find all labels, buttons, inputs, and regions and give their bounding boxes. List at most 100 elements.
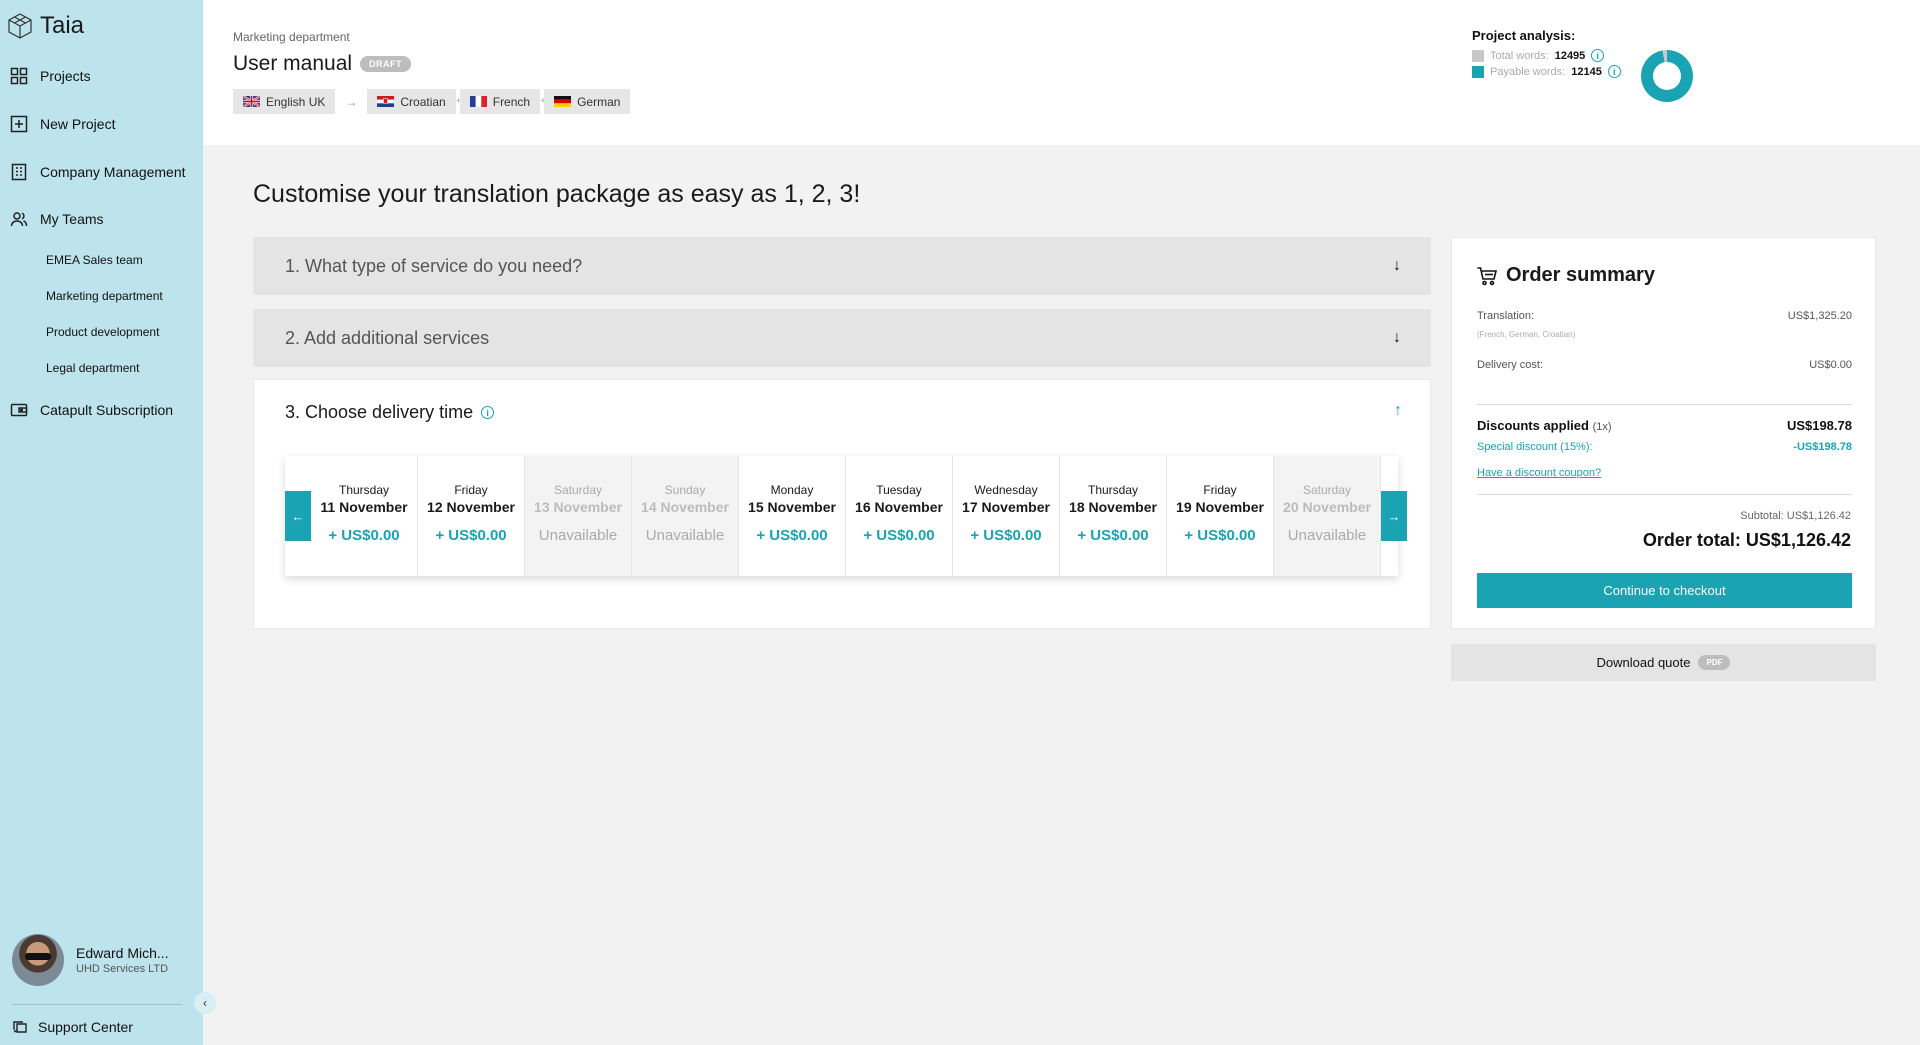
discount-coupon-link[interactable]: Have a discount coupon? xyxy=(1477,467,1601,479)
payable-words-stat: Payable words: 12145 i xyxy=(1472,65,1621,78)
delivery-date-option[interactable]: Monday 15 November + US$0.00 xyxy=(739,456,846,576)
analysis-title: Project analysis: xyxy=(1472,28,1576,43)
support-icon xyxy=(13,1021,27,1033)
day-of-week: Thursday xyxy=(1087,483,1139,497)
sidebar-item-catapult-subscription[interactable]: Catapult Subscription xyxy=(10,401,173,419)
date-price: Unavailable xyxy=(538,527,618,544)
delivery-date-option[interactable]: Friday 19 November + US$0.00 xyxy=(1167,456,1274,576)
page-heading: Customise your translation package as ea… xyxy=(253,180,861,208)
summary-divider xyxy=(1477,404,1852,405)
discounts-row: Discounts applied (1x) US$198.78 xyxy=(1477,418,1852,433)
arrow-right-icon: → xyxy=(345,94,358,109)
accordion-title: 2. Add additional services xyxy=(285,327,490,348)
summary-title-text: Order summary xyxy=(1506,264,1655,286)
language-label: English UK xyxy=(266,94,326,109)
team-item-product[interactable]: Product development xyxy=(46,325,159,339)
building-icon xyxy=(11,163,27,181)
breadcrumb[interactable]: Marketing department xyxy=(233,30,350,44)
app-logo[interactable]: Taia xyxy=(6,12,84,40)
day-of-week: Thursday xyxy=(338,483,390,497)
info-icon[interactable]: i xyxy=(1607,65,1621,78)
user-profile[interactable]: Edward Mich... UHD Services LTD xyxy=(12,934,169,986)
team-item-marketing[interactable]: Marketing department xyxy=(46,289,163,303)
payable-words-value: 12145 xyxy=(1571,65,1602,78)
team-item-legal[interactable]: Legal department xyxy=(46,361,139,375)
day-of-week: Saturday xyxy=(1302,483,1352,497)
discounts-value: US$198.78 xyxy=(1786,418,1852,433)
date-price: + US$0.00 xyxy=(863,527,935,544)
accordion-additional-services[interactable]: 2. Add additional services ↓ xyxy=(253,309,1431,367)
order-total: Order total: US$1,126.42 xyxy=(1642,530,1851,550)
date-price: + US$0.00 xyxy=(435,527,507,544)
date-label: 12 November xyxy=(427,499,515,515)
page-title: User manual DRAFT xyxy=(233,52,412,76)
team-item-emea[interactable]: EMEA Sales team xyxy=(46,253,143,267)
continue-to-checkout-button[interactable]: Continue to checkout xyxy=(1477,573,1852,608)
arrow-right-icon: → xyxy=(1387,508,1401,524)
next-dates-button[interactable]: → xyxy=(1381,491,1407,541)
special-discount-value: -US$198.78 xyxy=(1793,441,1852,453)
plus-square-icon xyxy=(10,115,28,133)
delivery-date-option: Sunday 14 November Unavailable xyxy=(632,456,739,576)
support-center-link[interactable]: Support Center xyxy=(12,1019,133,1035)
delivery-label: Delivery cost: xyxy=(1477,359,1544,371)
date-price: Unavailable xyxy=(645,527,725,544)
sidebar-item-new-project[interactable]: New Project xyxy=(10,115,115,133)
sidebar-item-my-teams[interactable]: My Teams xyxy=(10,210,104,228)
delivery-date-option[interactable]: Wednesday 17 November + US$0.00 xyxy=(953,456,1060,576)
croatia-flag-icon xyxy=(377,96,395,107)
day-of-week: Wednesday xyxy=(974,483,1038,497)
delivery-date-option[interactable]: Thursday 11 November + US$0.00 xyxy=(311,456,418,576)
date-price: + US$0.00 xyxy=(1077,527,1149,544)
delivery-date-picker: ← Thursday 11 November + US$0.00 Friday 12 N… xyxy=(285,456,1407,576)
date-price: + US$0.00 xyxy=(756,527,828,544)
accordion-header[interactable]: 3. Choose delivery time i xyxy=(285,402,495,423)
order-summary-card: Order summary Translation: US$1,325.20 (… xyxy=(1451,237,1876,629)
project-analysis: Project analysis: Total words: 12495 i P… xyxy=(1472,28,1621,78)
wallet-icon xyxy=(10,403,28,417)
delivery-date-option[interactable]: Tuesday 16 November + US$0.00 xyxy=(846,456,953,576)
user-name: Edward Mich... xyxy=(76,945,169,961)
special-discount-row: Special discount (15%): -US$198.78 xyxy=(1477,441,1852,453)
accordion-title: 1. What type of service do you need? xyxy=(285,255,583,276)
info-icon[interactable]: i xyxy=(481,406,495,419)
arrow-up-icon[interactable]: ↑ xyxy=(1394,402,1402,420)
sidebar-item-label: Catapult Subscription xyxy=(40,402,174,418)
date-label: 19 November xyxy=(1176,499,1264,515)
uk-flag-icon xyxy=(243,96,260,107)
delivery-value: US$0.00 xyxy=(1809,359,1852,371)
arrow-down-icon: ↓ xyxy=(1393,257,1401,274)
delivery-date-option[interactable]: Friday 12 November + US$0.00 xyxy=(418,456,525,576)
delivery-date-option[interactable]: Thursday 18 November + US$0.00 xyxy=(1060,456,1167,576)
day-of-week: Friday xyxy=(1203,483,1237,497)
special-discount-label: Special discount (15%): xyxy=(1477,441,1593,453)
info-icon[interactable]: i xyxy=(1591,49,1605,62)
collapse-sidebar-button[interactable]: ‹ xyxy=(194,992,216,1014)
date-price: + US$0.00 xyxy=(1184,527,1256,544)
date-label: 13 November xyxy=(534,499,622,515)
order-summary-title: Order summary xyxy=(1476,264,1655,287)
arrow-down-icon: ↓ xyxy=(1393,329,1401,346)
subtotal: Subtotal: US$1,126.42 xyxy=(1740,510,1851,522)
target-language-french: French xyxy=(459,89,541,114)
download-quote-button[interactable]: Download quote PDF xyxy=(1451,644,1876,681)
day-of-week: Sunday xyxy=(664,483,706,497)
translation-note: (French, German, Croatian) xyxy=(1477,330,1852,339)
sidebar-item-company-management[interactable]: Company Management xyxy=(10,163,186,181)
day-of-week: Friday xyxy=(454,483,488,497)
date-label: 17 November xyxy=(962,499,1050,515)
target-language-croatian: Croatian xyxy=(367,89,456,114)
date-label: 16 November xyxy=(855,499,943,515)
total-words-stat: Total words: 12495 i xyxy=(1472,49,1621,62)
translation-label: Translation: xyxy=(1477,310,1535,322)
language-label: Croatian xyxy=(400,94,446,109)
delivery-row: Delivery cost: US$0.00 xyxy=(1477,359,1852,371)
summary-divider xyxy=(1477,494,1852,495)
accordion-service-type[interactable]: 1. What type of service do you need? ↓ xyxy=(253,237,1431,295)
sidebar-item-label: Company Management xyxy=(40,164,186,180)
delivery-date-option: Saturday 13 November Unavailable xyxy=(525,456,632,576)
sidebar-item-projects[interactable]: Projects xyxy=(10,67,91,85)
chevron-left-icon: ‹ xyxy=(203,996,207,1010)
previous-dates-button[interactable]: ← xyxy=(285,491,311,541)
language-label: German xyxy=(577,94,621,109)
